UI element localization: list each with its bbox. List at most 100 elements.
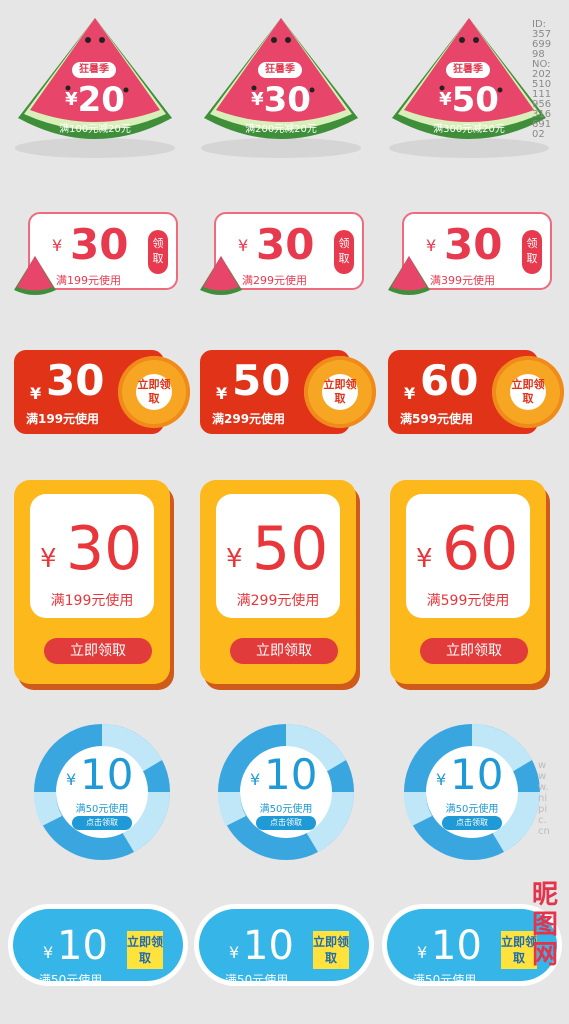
coupon-condition: 满299元使用	[236, 593, 320, 609]
yen-sign: ¥	[229, 943, 240, 962]
coupon-condition: 满50元使用	[39, 973, 103, 987]
watermelon-coupon[interactable]: 狂暑季 ¥20 满100元减20元	[10, 10, 180, 160]
coupon-card[interactable]: ¥10 满50元使用 点击领取	[402, 722, 542, 862]
claim-button[interactable]: 点击领取	[256, 816, 316, 830]
watermelon-coupon[interactable]: 狂暑季 ¥50 满300元减20元	[384, 10, 554, 160]
coupon-condition: 满199元使用	[56, 274, 121, 287]
yen-sign: ¥	[52, 236, 63, 255]
claim-button[interactable]: 立即领取	[44, 638, 152, 664]
coupon-condition: 满199元使用	[26, 412, 100, 426]
lifebuoy-icon: 立即领取	[492, 356, 564, 428]
coupon-inner: ¥50 满299元使用	[216, 494, 340, 618]
yen-sign: ¥	[238, 236, 249, 255]
yen-sign: ¥	[251, 89, 264, 110]
coupon-condition: 满399元使用	[430, 274, 495, 287]
watermelon-slice-icon	[386, 254, 432, 300]
amount-value: 60	[442, 514, 519, 584]
coupon-condition: 满299元使用	[242, 274, 307, 287]
coupon-card[interactable]: ¥10 满50元使用 点击领取	[216, 722, 356, 862]
coupon-condition: 满50元使用	[413, 973, 477, 987]
amount-value: 30	[444, 220, 503, 269]
coupon-background: ¥10 满50元使用 立即领取	[199, 909, 369, 987]
yen-sign: ¥	[30, 384, 42, 403]
coupon-tag: 狂暑季	[72, 62, 116, 78]
yen-sign: ¥	[439, 89, 452, 110]
yen-sign: ¥	[43, 943, 54, 962]
coupon-condition: 满50元使用	[75, 804, 129, 815]
coupon-card[interactable]: ¥30 满399元使用 领取	[388, 212, 552, 295]
watermelon-slice-icon	[198, 254, 244, 300]
claim-button[interactable]: 立即领取	[127, 931, 163, 969]
yen-sign: ¥	[416, 544, 433, 574]
yen-sign: ¥	[65, 89, 78, 110]
coupon-inner: ¥60 满599元使用	[406, 494, 530, 618]
claim-button[interactable]: 领取	[148, 230, 168, 274]
amount-value: 10	[450, 750, 504, 799]
coupon-amount: ¥50	[424, 80, 514, 120]
claim-button[interactable]: 点击领取	[72, 816, 132, 830]
watermark-logo: 昵图网	[531, 880, 558, 970]
amount-value: 30	[66, 514, 143, 584]
coupon-condition: 满50元使用	[259, 804, 313, 815]
amount-value: 30	[256, 220, 315, 269]
yen-sign: ¥	[404, 384, 416, 403]
coupon-card[interactable]: ¥30 满199元使用 领取	[14, 212, 178, 295]
claim-button[interactable]: 立即领取	[322, 374, 358, 410]
watermark-id: ID:35769998 NO:20251011195631669102	[532, 19, 552, 140]
coupon-condition: 满300元减20元	[433, 124, 505, 135]
amount-value: 10	[431, 923, 482, 969]
watermelon-slice-icon	[12, 254, 58, 300]
watermelon-coupon[interactable]: 狂暑季 ¥30 满200元减20元	[196, 10, 366, 160]
claim-button[interactable]: 立即领取	[136, 374, 172, 410]
claim-button[interactable]: 立即领取	[510, 374, 546, 410]
coupon-card[interactable]: ¥50 满299元使用 立即领取	[200, 350, 376, 434]
coupon-condition: 满50元使用	[445, 804, 499, 815]
claim-button[interactable]: 领取	[522, 230, 542, 274]
coupon-card[interactable]: ¥10 满50元使用 立即领取	[194, 904, 374, 987]
amount-value: 10	[264, 750, 318, 799]
coupon-card[interactable]: ¥60 满599元使用立即领取	[390, 480, 550, 690]
claim-button[interactable]: 立即领取	[313, 931, 349, 969]
amount-value: 50	[232, 356, 291, 405]
amount-value: 10	[80, 750, 134, 799]
coupon-card[interactable]: ¥60 满599元使用 立即领取	[388, 350, 564, 434]
yen-sign: ¥	[417, 943, 428, 962]
coupon-condition: 满200元减20元	[245, 124, 317, 135]
coupon-card[interactable]: ¥10 满50元使用 点击领取	[32, 722, 172, 862]
claim-button[interactable]: 立即领取	[420, 638, 528, 664]
amount-value: 20	[77, 80, 125, 120]
coupon-amount: ¥30	[236, 80, 326, 120]
amount-value: 50	[252, 514, 329, 584]
lifebuoy-icon: 立即领取	[304, 356, 376, 428]
lifebuoy-icon: 立即领取	[118, 356, 190, 428]
coupon-tag: 狂暑季	[258, 62, 302, 78]
coupon-card[interactable]: ¥30 满299元使用 领取	[200, 212, 364, 295]
coupon-inner: ¥30 满199元使用	[30, 494, 154, 618]
coupon-card[interactable]: ¥10 满50元使用 立即领取	[8, 904, 188, 987]
coupon-background: ¥10 满50元使用 立即领取	[13, 909, 183, 987]
claim-button[interactable]: 领取	[334, 230, 354, 274]
coupon-card[interactable]: ¥30 满199元使用 立即领取	[14, 480, 174, 690]
yen-sign: ¥	[426, 236, 437, 255]
yen-sign: ¥	[436, 770, 447, 789]
amount-value: 50	[451, 80, 499, 120]
yen-sign: ¥	[226, 544, 243, 574]
coupon-condition: 满50元使用	[225, 973, 289, 987]
yen-sign: ¥	[216, 384, 228, 403]
coupon-amount: ¥20	[50, 80, 140, 120]
coupon-card[interactable]: ¥50 满299元使用立即领取	[200, 480, 360, 690]
coupon-condition: 满100元减20元	[59, 124, 131, 135]
amount-value: 10	[57, 923, 108, 969]
yen-sign: ¥	[250, 770, 261, 789]
coupon-tag: 狂暑季	[446, 62, 490, 78]
coupon-card[interactable]: ¥30 满199元使用 立即领取	[14, 350, 190, 434]
coupon-condition: 满199元使用	[50, 593, 134, 609]
coupon-condition: 满299元使用	[212, 412, 286, 426]
claim-button[interactable]: 点击领取	[442, 816, 502, 830]
yen-sign: ¥	[66, 770, 77, 789]
claim-button[interactable]: 立即领取	[230, 638, 338, 664]
amount-value: 60	[420, 356, 479, 405]
amount-value: 30	[263, 80, 311, 120]
coupon-condition: 满599元使用	[426, 593, 510, 609]
amount-value: 30	[70, 220, 129, 269]
